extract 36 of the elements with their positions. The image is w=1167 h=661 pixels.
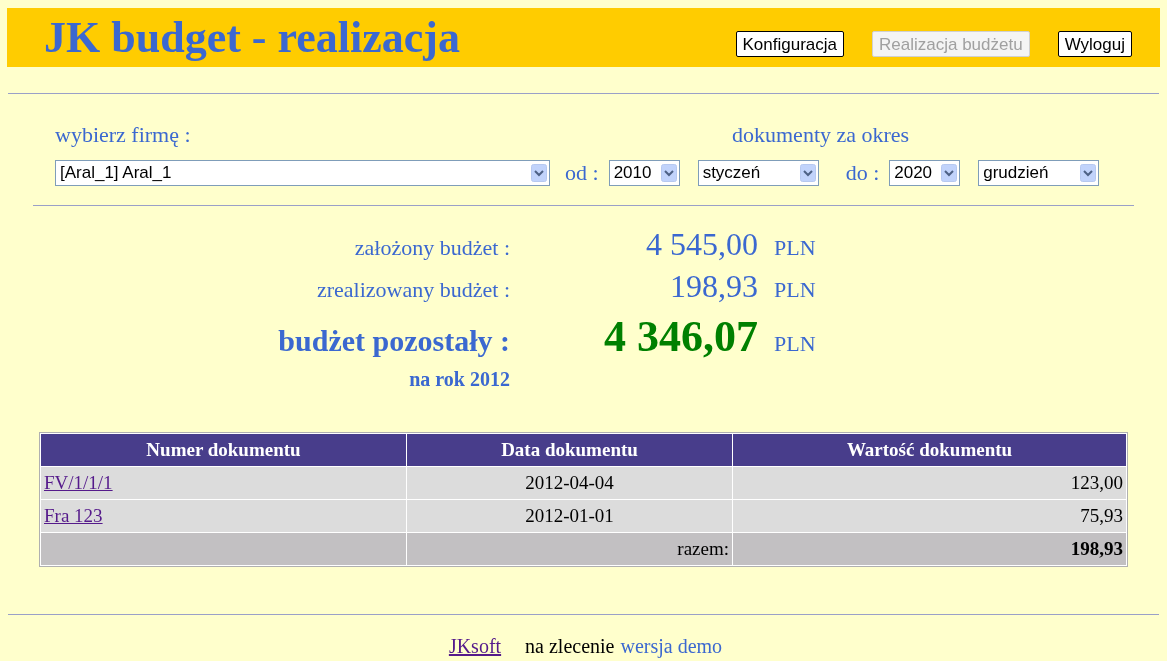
dropdown-field[interactable]: 2020 (889, 159, 961, 186)
column-header: Wartość dokumentu (733, 434, 1126, 466)
currency-label: PLN (774, 330, 816, 358)
summary-value: 198,93 (669, 267, 758, 306)
page-title: JK budget - realizacja (44, 15, 461, 60)
summary-value: 4 545,00 (645, 225, 758, 264)
total-value: 198,93 (733, 533, 1126, 565)
column-header: Numer dokumentu (41, 434, 406, 466)
footer-text: na zlecenie (525, 634, 615, 659)
table-cell: 2012-04-04 (407, 467, 732, 499)
nav-button[interactable]: Konfiguracja (735, 30, 844, 57)
period-label: dokumenty za okres (732, 124, 910, 146)
summary-value: 4 346,07 (603, 311, 758, 363)
nav-button[interactable]: Wyloguj (1057, 30, 1132, 57)
document-link[interactable]: Fra 123 (44, 504, 103, 526)
table-cell: 75,93 (733, 500, 1126, 532)
to-label: do : (845, 159, 880, 187)
from-label: od : (565, 159, 599, 187)
year-note: na rok 2012 (408, 367, 510, 392)
dropdown-field[interactable]: [Aral_1] Aral_1 (55, 159, 550, 186)
company-label: wybierz firmę : (55, 124, 192, 146)
currency-label: PLN (774, 276, 816, 304)
dropdown-field[interactable]: grudzień (978, 159, 1100, 186)
demo-label: wersja demo (620, 634, 723, 660)
column-header: Data dokumentu (407, 434, 732, 466)
dropdown-field[interactable]: styczeń (697, 159, 819, 186)
document-link[interactable]: FV/1/1/1 (44, 471, 113, 493)
summary-label: budżet pozostały : (277, 323, 510, 359)
table-cell: 123,00 (733, 467, 1126, 499)
summary-label: zrealizowany budżet : (316, 276, 510, 304)
currency-label: PLN (774, 234, 816, 262)
footer-link[interactable]: JKsoft (448, 631, 502, 661)
total-label: razem: (407, 533, 732, 565)
dropdown-field[interactable]: 2010 (608, 159, 680, 186)
summary-label: założony budżet : (353, 234, 510, 262)
table-cell: 2012-01-01 (407, 500, 732, 532)
